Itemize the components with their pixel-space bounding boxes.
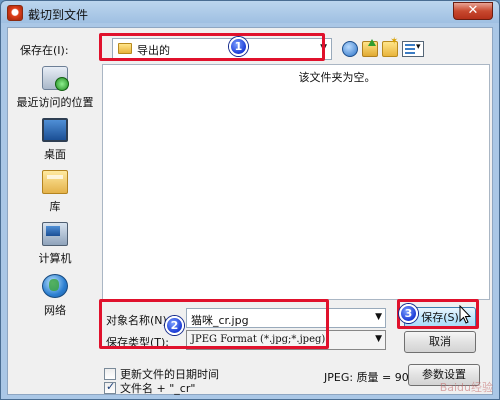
- desktop-icon: [42, 118, 68, 142]
- suffix-label: 文件名 + "_cr": [120, 382, 196, 395]
- checkbox-checked[interactable]: [104, 380, 116, 394]
- place-desktop[interactable]: 桌面: [12, 116, 98, 172]
- place-label: 桌面: [44, 148, 66, 161]
- jpeg-quality-readout: JPEG: 质量 = 90: [324, 371, 409, 384]
- place-network[interactable]: 网络: [12, 272, 98, 328]
- place-library[interactable]: 库: [12, 168, 98, 224]
- place-recent[interactable]: 最近访问的位置: [12, 64, 98, 120]
- place-label: 网络: [44, 304, 66, 317]
- save-in-label: 保存在(I):: [20, 44, 69, 57]
- place-label: 计算机: [38, 252, 72, 265]
- annotation-step-1: 1: [229, 37, 248, 56]
- up-folder-icon[interactable]: [362, 39, 378, 57]
- annotation-box-2: [99, 299, 329, 349]
- back-icon[interactable]: [342, 41, 358, 57]
- annotation-box-1: [99, 33, 325, 61]
- empty-folder-message: 该文件夹为空。: [298, 71, 376, 84]
- baidu-watermark: Baidu经验: [439, 381, 493, 394]
- checkbox-unchecked[interactable]: [104, 368, 116, 380]
- app-icon: [7, 5, 23, 21]
- computer-icon: [42, 222, 68, 246]
- save-dialog-window: 截切到文件 ✕ 保存在(I): 导出的 ▼ 最近访问的位置 桌面: [0, 0, 500, 400]
- title-bar[interactable]: 截切到文件 ✕: [1, 1, 499, 25]
- chevron-down-icon[interactable]: ▼: [375, 334, 382, 344]
- chevron-down-icon[interactable]: ▼: [375, 312, 382, 322]
- recent-places-icon: [42, 66, 69, 91]
- library-icon: [42, 170, 68, 194]
- nav-toolbar: [342, 36, 424, 58]
- place-computer[interactable]: 计算机: [12, 220, 98, 276]
- suffix-checkbox[interactable]: 文件名 + "_cr": [104, 380, 195, 396]
- file-list[interactable]: 该文件夹为空。: [102, 64, 490, 300]
- cancel-button[interactable]: 取消: [404, 331, 476, 353]
- annotation-step-3: 3: [399, 304, 418, 323]
- view-menu-icon[interactable]: [402, 41, 424, 57]
- place-label: 最近访问的位置: [16, 96, 94, 109]
- window-title: 截切到文件: [28, 8, 89, 22]
- new-folder-icon[interactable]: [382, 36, 398, 57]
- close-button[interactable]: ✕: [453, 2, 493, 20]
- network-icon: [42, 274, 68, 298]
- place-label: 库: [49, 200, 61, 213]
- annotation-step-2: 2: [165, 316, 184, 335]
- places-bar: 最近访问的位置 桌面 库 计算机 网络: [12, 64, 98, 350]
